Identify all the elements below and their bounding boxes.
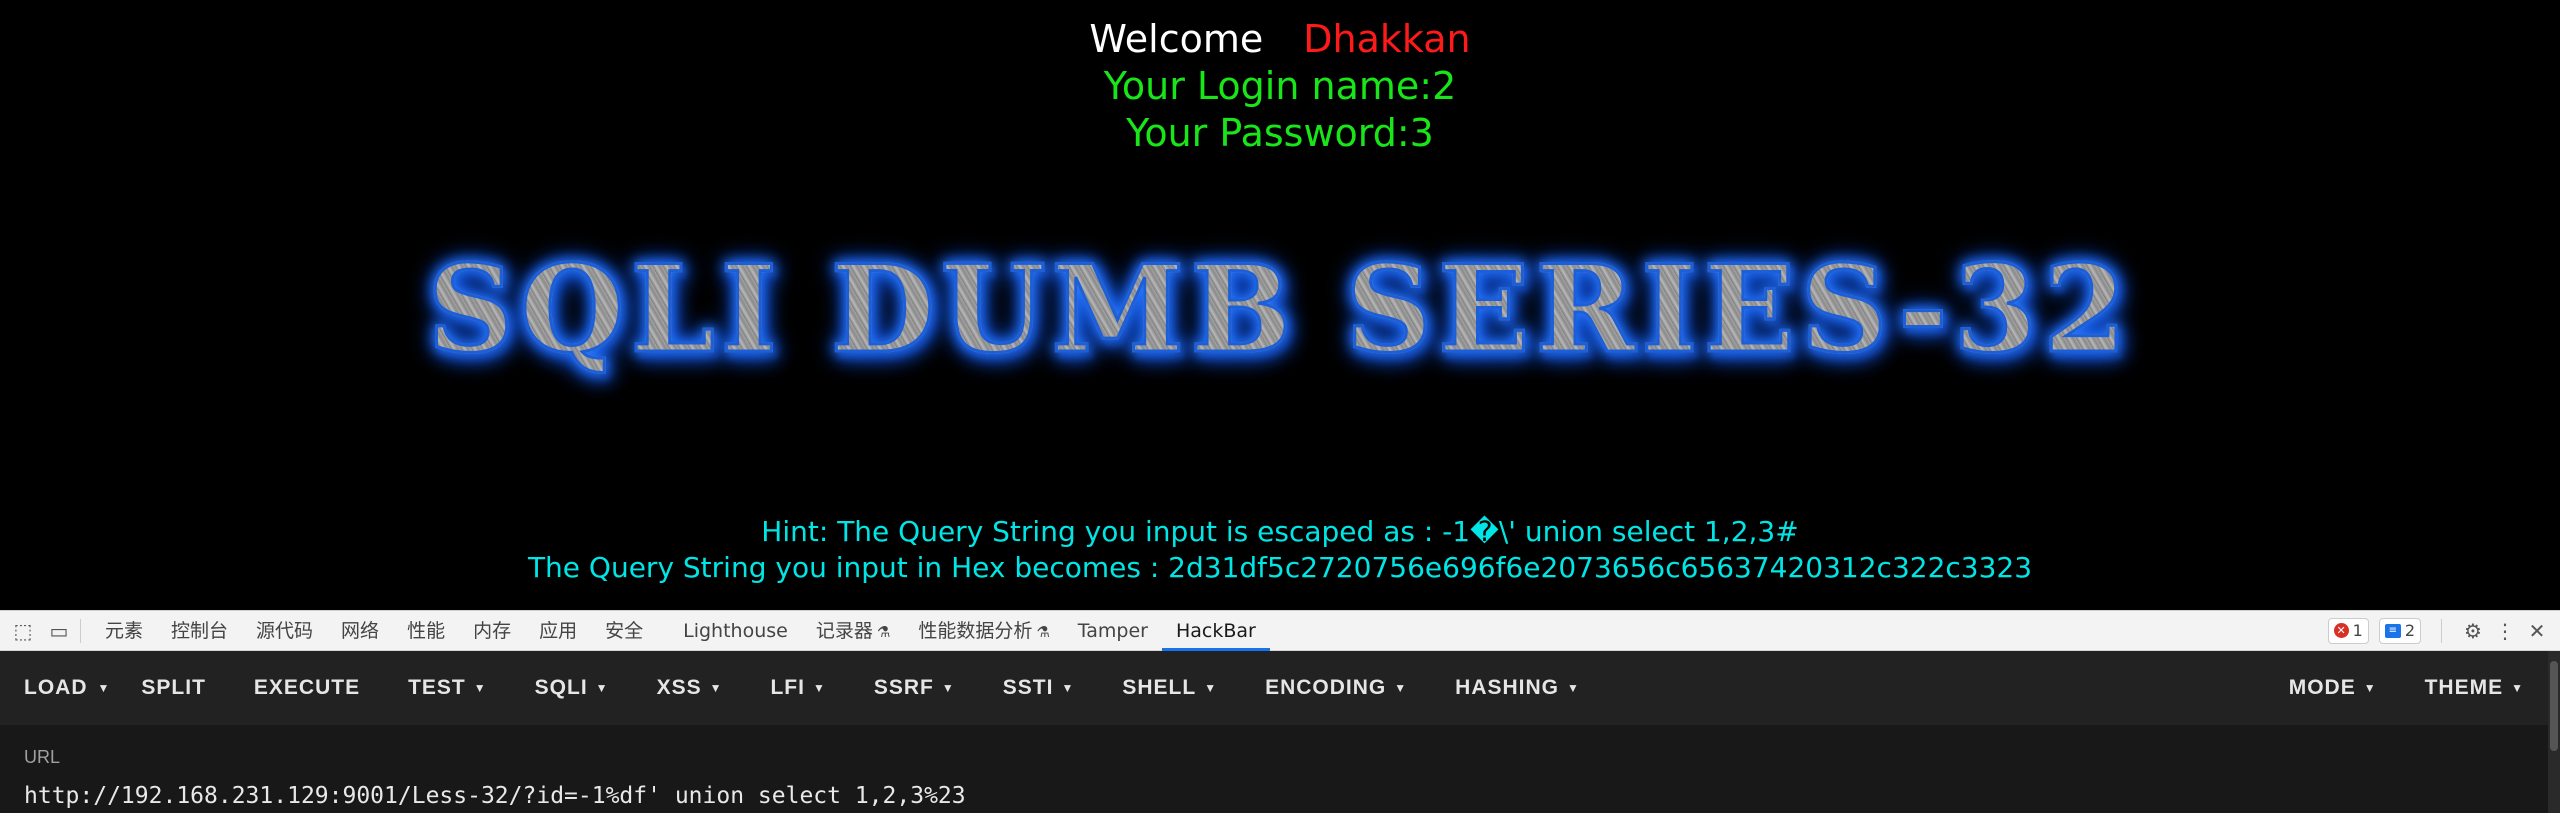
ssrf-menu-button[interactable]: SSRF ▼: [850, 676, 979, 700]
welcome-user-name: Dhakkan: [1303, 17, 1471, 61]
banner-title: SQLI DUMB SERIES-32: [426, 238, 2133, 381]
caret-down-icon: ▼: [1204, 681, 1218, 696]
banner: SQLI DUMB SERIES-32: [0, 238, 2560, 381]
divider: [80, 618, 81, 643]
tab-recorder-label: 记录器: [815, 619, 873, 642]
url-label: URL: [24, 747, 61, 767]
execute-button[interactable]: EXECUTE: [230, 676, 384, 700]
error-badge[interactable]: ✕ 1: [2327, 617, 2369, 644]
hint-escaped-query: Hint: The Query String you input is esca…: [761, 515, 1799, 548]
scrollbar-thumb[interactable]: [2550, 661, 2558, 751]
tab-elements[interactable]: 元素: [91, 611, 157, 651]
devtools-tab-bar: ⬚ ▭ 元素 控制台 源代码 网络 性能 内存 应用 安全 Lighthouse…: [0, 610, 2560, 651]
message-icon: ≡: [2384, 623, 2401, 638]
hackbar-toolbar: LOAD ▼ SPLIT EXECUTE TEST ▼ SQLI ▼ XSS ▼ LF…: [0, 651, 2560, 725]
caret-down-icon: ▼: [595, 681, 609, 696]
xss-menu-button[interactable]: XSS ▼: [633, 676, 747, 700]
tab-performance-insights[interactable]: 性能数据分析 ⚗: [904, 611, 1063, 651]
url-panel: URL http://192.168.231.129:9001/Less-32/…: [0, 725, 2548, 813]
tab-lighthouse[interactable]: Lighthouse: [669, 611, 802, 651]
welcome-text: Welcome: [1089, 17, 1264, 61]
tab-security[interactable]: 安全: [591, 611, 657, 651]
devtools-right-controls: ✕ 1 ≡ 2 ⚙ ⋮ ✕: [2327, 617, 2560, 644]
hashing-label: HASHING: [1455, 676, 1560, 699]
tab-console[interactable]: 控制台: [157, 611, 242, 651]
ssrf-label: SSRF: [873, 676, 934, 699]
caret-down-icon: ▼: [1567, 681, 1580, 696]
inspect-element-icon[interactable]: ⬚: [12, 619, 34, 643]
login-name-text: Your Login name:2: [1103, 64, 1457, 108]
hint-hex-query: The Query String you input in Hex become…: [527, 551, 2033, 584]
caret-down-icon: ▼: [941, 681, 955, 696]
tab-performance[interactable]: 性能: [393, 611, 459, 651]
caret-down-icon: ▼: [1394, 681, 1408, 696]
caret-down-icon: ▼: [2363, 681, 2377, 696]
ssti-label: SSTI: [1002, 676, 1054, 699]
password-text: Your Password:3: [1126, 111, 1434, 155]
load-button[interactable]: LOAD: [0, 676, 98, 700]
split-button[interactable]: SPLIT: [117, 676, 230, 700]
load-dropdown-caret-icon[interactable]: ▼: [98, 681, 118, 695]
url-input[interactable]: http://192.168.231.129:9001/Less-32/?id=…: [24, 783, 966, 809]
hackbar-right-group: MODE ▼ THEME ▼: [2265, 676, 2560, 700]
device-toolbar-icon[interactable]: ▭: [48, 619, 70, 643]
tab-performance-insights-label: 性能数据分析: [918, 619, 1033, 642]
ssti-menu-button[interactable]: SSTI ▼: [979, 676, 1099, 700]
more-options-icon[interactable]: ⋮: [2494, 619, 2516, 643]
flask-icon: ⚗: [1036, 622, 1050, 641]
caret-down-icon: ▼: [709, 681, 723, 696]
tab-hackbar[interactable]: HackBar: [1161, 611, 1270, 651]
sqli-label: SQLI: [534, 676, 588, 699]
flask-icon: ⚗: [876, 622, 891, 641]
xss-label: XSS: [656, 676, 702, 699]
caret-down-icon: ▼: [812, 681, 826, 696]
theme-menu-button[interactable]: THEME ▼: [2401, 676, 2560, 700]
lfi-menu-button[interactable]: LFI ▼: [746, 676, 849, 700]
close-icon[interactable]: ✕: [2526, 619, 2548, 643]
tab-network[interactable]: 网络: [327, 611, 393, 651]
test-label: TEST: [408, 676, 466, 699]
caret-down-icon: ▼: [2511, 681, 2524, 696]
theme-label: THEME: [2424, 676, 2504, 699]
tab-sources[interactable]: 源代码: [242, 611, 327, 651]
message-badge[interactable]: ≡ 2: [2378, 617, 2421, 644]
page-content: Welcome Dhakkan Your Login name:2 Your Pa…: [0, 0, 2560, 610]
caret-down-icon: ▼: [473, 681, 487, 696]
hashing-menu-button[interactable]: HASHING ▼: [1431, 676, 1604, 700]
encoding-menu-button[interactable]: ENCODING ▼: [1241, 676, 1431, 700]
welcome-line: Welcome Dhakkan: [0, 16, 2560, 62]
tab-application[interactable]: 应用: [525, 611, 591, 651]
shell-menu-button[interactable]: SHELL ▼: [1098, 676, 1241, 700]
error-icon: ✕: [2333, 623, 2349, 638]
mode-label: MODE: [2288, 676, 2356, 699]
divider: [2441, 618, 2442, 643]
error-count: 1: [2352, 621, 2363, 640]
message-count: 2: [2404, 621, 2415, 640]
tab-recorder[interactable]: 记录器 ⚗: [802, 611, 904, 651]
encoding-label: ENCODING: [1265, 676, 1387, 699]
mode-menu-button[interactable]: MODE ▼: [2265, 676, 2401, 700]
caret-down-icon: ▼: [1061, 681, 1075, 696]
test-menu-button[interactable]: TEST ▼: [384, 676, 511, 700]
settings-gear-icon[interactable]: ⚙: [2462, 619, 2484, 643]
sqli-menu-button[interactable]: SQLI ▼: [511, 676, 633, 700]
shell-label: SHELL: [1122, 676, 1197, 699]
tab-tamper[interactable]: Tamper: [1064, 611, 1162, 651]
lfi-label: LFI: [770, 676, 805, 699]
tab-memory[interactable]: 内存: [459, 611, 525, 651]
